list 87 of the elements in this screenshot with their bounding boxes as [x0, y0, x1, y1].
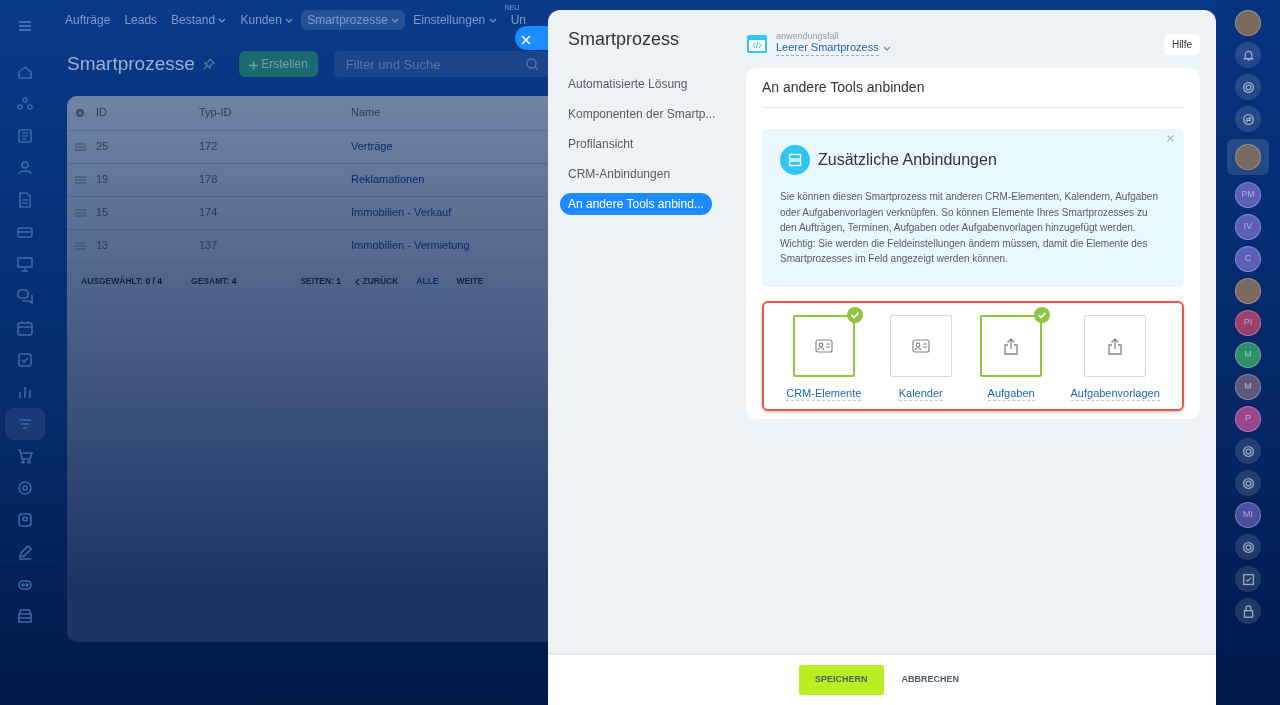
drag-handle-icon[interactable]: [75, 142, 86, 151]
nav-tab[interactable]: Einstellungen: [407, 9, 503, 31]
avatar[interactable]: PM: [1235, 182, 1261, 208]
selected-count: AUSGEWÄHLT: 0 / 4: [81, 275, 163, 288]
card-title: An andere Tools anbinden: [762, 68, 1184, 108]
table-cell-text: 25: [96, 139, 110, 155]
avatar[interactable]: IV: [1235, 214, 1261, 240]
info-text: Sie können diesen Smartprozess mit anderen CRM-Elementen, Kalendern, Aufgaben oder Aufgabenvorlagen verknüpfen. So können Elemente Ihres Smartprozesses zu den Aufträgen, Terminen, Aufgaben oder Aufgabenvorlagen hinzugefügt werden. Wichtig: Sie werden die Feldeinstellungen ändern müssen, damit die Elemente des Smartprozesses im Feld angezeigt werden können.: [780, 190, 1159, 266]
tile-link[interactable]: Aufgabenvorlagen: [1070, 385, 1160, 401]
info-title: Zusätzliche Anbindungen: [818, 150, 997, 170]
page-title: Smartprozesse: [67, 52, 195, 76]
nav-tab[interactable]: Leads: [118, 9, 164, 31]
table-cell-text: 19: [96, 172, 110, 188]
close-icon: [1167, 135, 1174, 142]
nav-tab[interactable]: Bestand: [165, 9, 233, 31]
tile-link[interactable]: Aufgaben: [987, 385, 1035, 401]
name-link[interactable]: Immobilien - Vermietung: [351, 237, 470, 254]
menu-item[interactable]: An andere Tools anbind...: [560, 193, 712, 215]
checkmark-icon: [846, 306, 863, 323]
upload-icon: [1107, 336, 1124, 355]
help-button[interactable]: Hilfe: [1164, 33, 1200, 55]
table-cell-text: 13: [96, 238, 110, 254]
id-card-icon: [911, 338, 930, 353]
menu-item[interactable]: Automatisierte Lösung: [560, 73, 696, 95]
tile-box[interactable]: [980, 314, 1043, 377]
name-link[interactable]: Immobilien - Verkauf: [351, 204, 452, 221]
funnel-icon[interactable]: [5, 408, 45, 440]
use-case-dropdown[interactable]: Leerer Smartprozess: [776, 41, 879, 56]
tile-box[interactable]: [889, 314, 952, 377]
chevron-icon: [882, 45, 891, 52]
id-card-icon: [814, 338, 833, 353]
table-cell-text: 174: [199, 205, 219, 221]
tile-link[interactable]: Kalender: [898, 385, 943, 401]
chevron-left-icon: [355, 277, 361, 286]
nav-tab[interactable]: Kunden: [234, 9, 300, 31]
avatar[interactable]: P: [1235, 406, 1261, 432]
avatar-placeholder[interactable]: [1235, 10, 1261, 36]
all-link[interactable]: ALLE: [416, 275, 439, 288]
menu-item[interactable]: Komponenten der Smartp...: [560, 103, 724, 125]
avatar-placeholder[interactable]: [1235, 144, 1261, 170]
pin-icon[interactable]: [202, 58, 215, 71]
name-link[interactable]: Verträge: [351, 138, 393, 155]
avatar[interactable]: M: [1235, 342, 1261, 368]
close-icon: [521, 34, 531, 45]
menu-item[interactable]: CRM-Anbindungen: [560, 163, 679, 185]
plus-icon: [248, 60, 258, 70]
previous-link[interactable]: ZURÜCK: [355, 275, 399, 288]
panel-title: Smartprozess: [567, 28, 681, 51]
total-count: GESAMT: 4: [191, 275, 237, 288]
stack-icon: [780, 145, 810, 175]
next-link[interactable]: WEITE: [456, 275, 484, 288]
avatar[interactable]: PI: [1235, 310, 1261, 336]
code-window-icon: [746, 34, 768, 54]
nav-tab[interactable]: Smartprozesse: [301, 9, 406, 31]
name-link[interactable]: Reklamationen: [351, 171, 425, 188]
lock-icon[interactable]: [1235, 598, 1261, 624]
tile-box[interactable]: [792, 314, 855, 377]
column-header[interactable]: Name: [351, 104, 381, 121]
table-cell-text: 15: [96, 205, 110, 221]
table-cell-text: 178: [199, 172, 219, 188]
avatar[interactable]: MI: [1235, 502, 1261, 528]
avatar[interactable]: C: [1235, 246, 1261, 272]
nav-tab[interactable]: Aufträge: [59, 9, 117, 31]
avatar-placeholder[interactable]: [1235, 278, 1261, 304]
menu-item[interactable]: Profilansicht: [560, 133, 642, 155]
selected-chat-frame[interactable]: [1227, 139, 1269, 175]
table-cell-text: 172: [199, 139, 219, 155]
table-cell-text: 137: [199, 238, 219, 254]
upload-icon: [1003, 336, 1020, 355]
bell-icon[interactable]: [1235, 42, 1261, 68]
drag-handle-icon[interactable]: [75, 175, 86, 184]
tile-link[interactable]: CRM-Elemente: [786, 385, 862, 401]
search-icon[interactable]: [525, 58, 539, 72]
swap-icon[interactable]: [1235, 106, 1261, 132]
cancel-button[interactable]: ABBRECHEN: [895, 672, 965, 688]
close-button[interactable]: [515, 26, 548, 50]
column-header[interactable]: Typ-ID: [199, 104, 351, 121]
tile-box[interactable]: [1084, 314, 1147, 377]
page-count: SEITEN: 1: [300, 275, 342, 288]
approval-icon[interactable]: [1235, 566, 1261, 592]
save-button[interactable]: SPEICHERN: [799, 665, 884, 695]
create-button[interactable]: Erstellen: [238, 51, 318, 78]
checkmark-icon: [1034, 306, 1051, 323]
drag-handle-icon[interactable]: [75, 208, 86, 217]
use-case-label: anwendungsfall: [776, 32, 840, 42]
avatar[interactable]: M: [1235, 374, 1261, 400]
column-header[interactable]: ID: [96, 104, 199, 121]
